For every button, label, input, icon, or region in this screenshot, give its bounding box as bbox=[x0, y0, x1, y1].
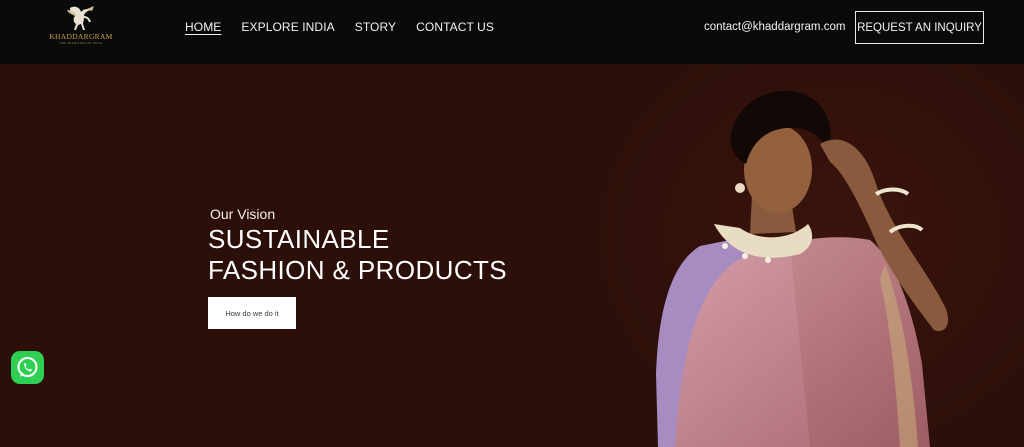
winged-horse-icon bbox=[67, 6, 94, 30]
hero-headline-line-2: FASHION & PRODUCTS bbox=[208, 255, 508, 285]
hero-model-image bbox=[600, 64, 1024, 447]
request-inquiry-button[interactable]: REQUEST AN INQUIRY bbox=[855, 11, 984, 44]
nav-item-story[interactable]: STORY bbox=[355, 20, 396, 34]
brand-logo[interactable]: KHADDARGRAM THE TRADITION OF INDIA bbox=[46, 4, 116, 48]
hero-eyebrow: Our Vision bbox=[210, 206, 276, 222]
hero-headline-line-1: SUSTAINABLE bbox=[208, 224, 390, 254]
main-nav: HOME EXPLORE INDIA STORY CONTACT US bbox=[185, 20, 514, 34]
hero-headline: SUSTAINABLE FASHION & PRODUCTS bbox=[208, 224, 507, 286]
top-navigation-bar: KHADDARGRAM THE TRADITION OF INDIA HOME … bbox=[0, 0, 1024, 64]
nav-item-home[interactable]: HOME bbox=[185, 20, 221, 34]
nav-item-contact-us[interactable]: CONTACT US bbox=[416, 20, 494, 34]
brand-tagline: THE TRADITION OF INDIA bbox=[59, 41, 103, 45]
how-do-we-do-it-button[interactable]: How do we do it bbox=[208, 297, 296, 329]
nav-item-explore-india[interactable]: EXPLORE INDIA bbox=[241, 20, 334, 34]
brand-name: KHADDARGRAM bbox=[49, 32, 113, 41]
whatsapp-chat-button[interactable] bbox=[11, 351, 44, 384]
contact-email-link[interactable]: contact@khaddargram.com bbox=[704, 20, 845, 34]
hero-banner: Our Vision SUSTAINABLE FASHION & PRODUCT… bbox=[0, 64, 1024, 447]
whatsapp-icon bbox=[17, 357, 38, 377]
